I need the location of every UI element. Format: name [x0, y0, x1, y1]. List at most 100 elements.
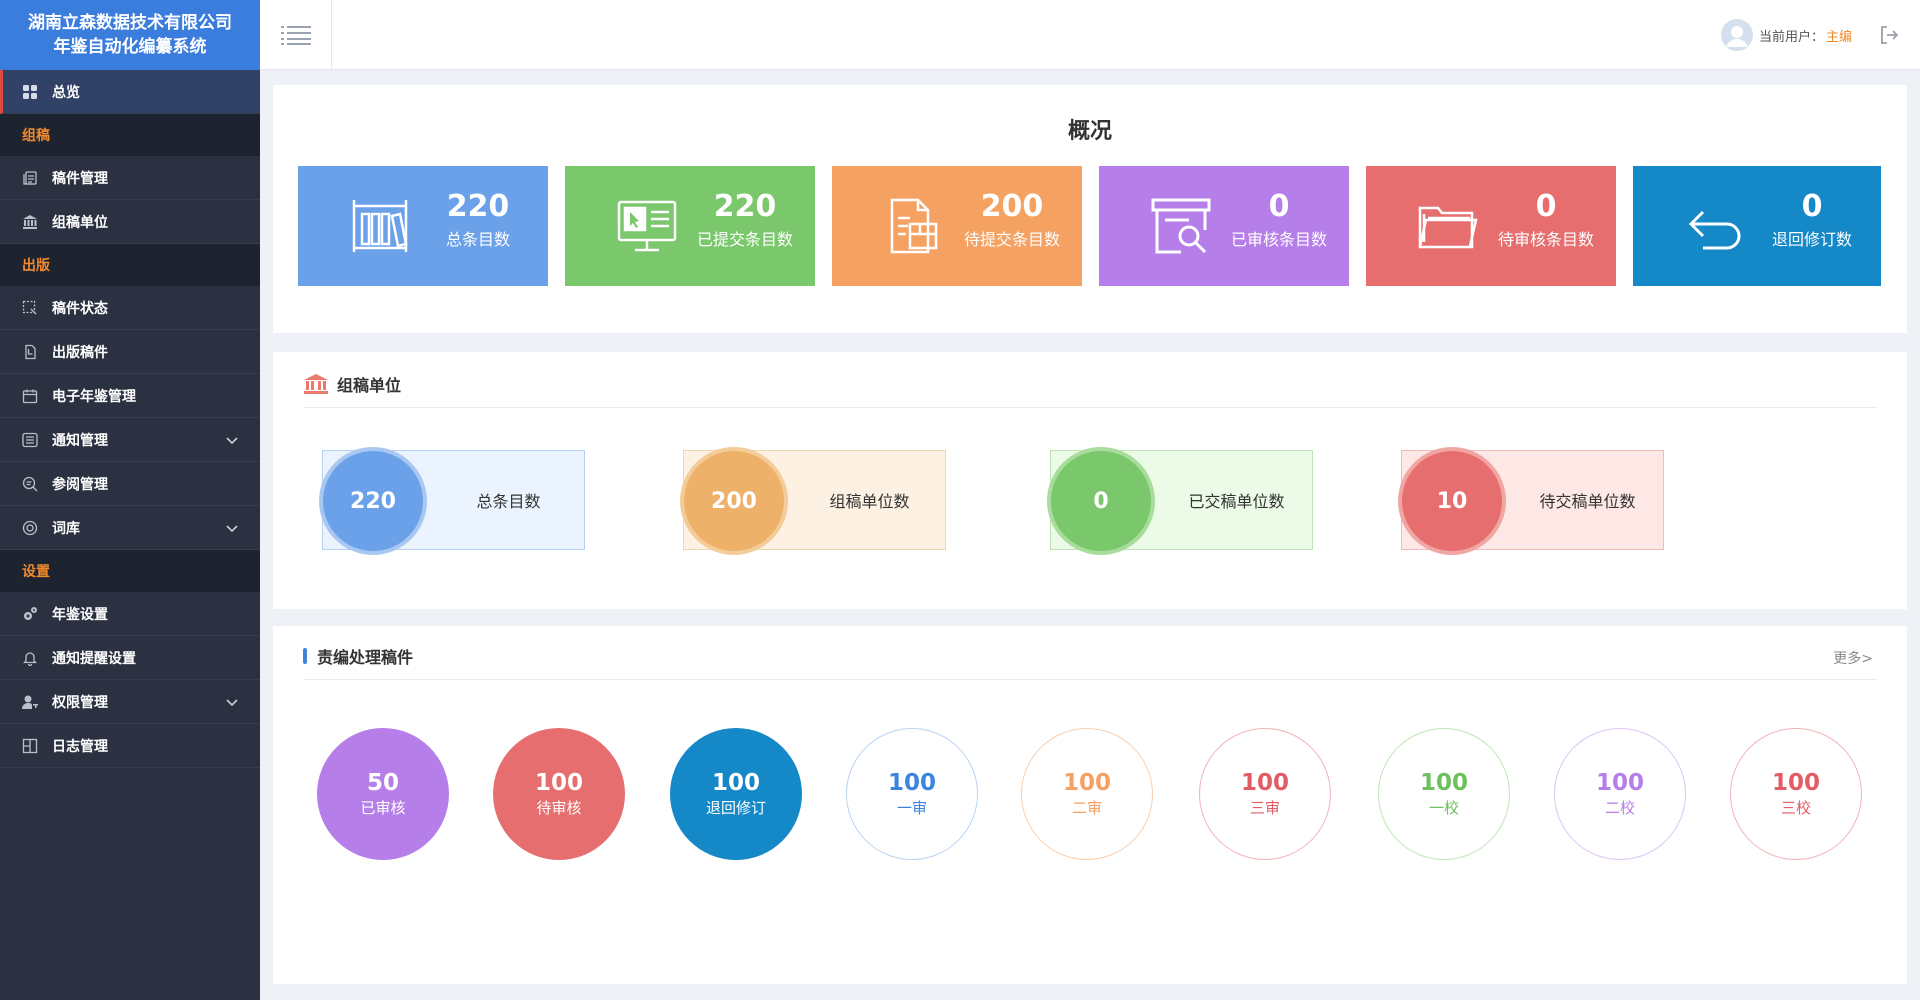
user-area: 当前用户： 主编	[1720, 0, 1900, 70]
stat-card-submitted[interactable]: 220 已提交条目数	[565, 166, 815, 286]
circle-label: 一校	[1428, 799, 1459, 817]
unit-value: 0	[1051, 451, 1151, 551]
circle-value: 50	[366, 770, 399, 796]
chevron-down-icon[interactable]	[224, 432, 240, 448]
sidebar-item-manuscript-status[interactable]: 稿件状态	[0, 286, 260, 330]
stat-card-pending-submit[interactable]: 200 待提交条目数	[832, 166, 1082, 286]
unit-card-submitted-units[interactable]: 0 已交稿单位数	[1050, 450, 1313, 551]
more-link[interactable]: 更多>	[1833, 648, 1873, 668]
chevron-down-icon[interactable]	[224, 520, 240, 536]
unit-value: 10	[1402, 451, 1502, 551]
list-icon	[22, 432, 38, 448]
sidebar-item-logs[interactable]: 日志管理	[0, 724, 260, 768]
brand: 湖南立森数据技术有限公司 年鉴自动化编纂系统	[0, 0, 260, 70]
sidebar-item-references[interactable]: 参阅管理	[0, 462, 260, 506]
folder-icon	[1418, 206, 1478, 249]
unit-label: 待交稿单位数	[1539, 492, 1636, 511]
sidebar-section-settings: 设置	[0, 550, 260, 592]
bank-icon	[304, 373, 328, 394]
sidebar-item-label: 通知提醒设置	[52, 650, 136, 667]
brand-company: 湖南立森数据技术有限公司	[28, 13, 232, 33]
sidebar-section-publish: 出版	[0, 244, 260, 286]
sidebar-section-compose: 组稿	[0, 114, 260, 156]
unit-label: 已交稿单位数	[1188, 492, 1285, 511]
sidebar-item-overview[interactable]: 总览	[0, 70, 260, 114]
sidebar-item-yearbook-settings[interactable]: 年鉴设置	[0, 592, 260, 636]
stat-card-reviewed[interactable]: 0 已审核条目数	[1099, 166, 1349, 286]
sidebar-item-manuscripts[interactable]: 稿件管理	[0, 156, 260, 200]
sidebar-item-label: 稿件管理	[52, 170, 108, 187]
sidebar-item-notify-settings[interactable]: 通知提醒设置	[0, 636, 260, 680]
stat-value: 200	[980, 189, 1044, 224]
circle-label: 二审	[1071, 799, 1102, 817]
unit-label: 总条目数	[476, 492, 541, 511]
unit-card-total[interactable]: 220 总条目数	[322, 450, 585, 551]
circle-value: 100	[1771, 770, 1820, 796]
status-circle-review-1[interactable]: 100 一审	[846, 728, 978, 860]
sidebar-item-label: 电子年鉴管理	[52, 388, 136, 405]
menu-toggle-button[interactable]	[260, 0, 332, 70]
stat-card-total-entries[interactable]: 220 总条目数	[298, 166, 548, 286]
circle-label: 二校	[1604, 799, 1635, 817]
circle-value: 100	[1240, 770, 1289, 796]
stat-label: 已审核条目数	[1230, 230, 1327, 249]
sidebar-item-label: 通知管理	[52, 432, 108, 449]
document-box-icon	[890, 198, 938, 254]
unit-label: 组稿单位数	[829, 492, 910, 511]
circle-value: 100	[887, 770, 936, 796]
avatar[interactable]	[1720, 19, 1753, 51]
stat-label: 总条目数	[445, 230, 510, 249]
stat-label: 待审核条目数	[1497, 230, 1594, 249]
sidebar-item-label: 日志管理	[52, 738, 108, 755]
circle-label: 退回修订	[705, 799, 766, 817]
section-marker	[303, 647, 307, 664]
sidebar-item-label: 年鉴设置	[52, 606, 108, 623]
status-circle-proof-2[interactable]: 100 二校	[1554, 728, 1686, 860]
circle-label: 已审核	[360, 799, 406, 817]
sidebar-item-label: 词库	[52, 520, 80, 537]
circle-value: 100	[534, 770, 583, 796]
status-circle-proof-1[interactable]: 100 一校	[1378, 728, 1510, 860]
unit-card-pending-units[interactable]: 10 待交稿单位数	[1401, 450, 1664, 551]
sidebar-item-lexicon[interactable]: 词库	[0, 506, 260, 550]
editor-header: 责编处理稿件 更多>	[303, 632, 1877, 680]
current-user-label: 当前用户：	[1758, 29, 1824, 45]
sidebar-item-label: 出版稿件	[52, 344, 108, 361]
stat-value: 0	[1535, 189, 1557, 224]
unit-card-units[interactable]: 200 组稿单位数	[683, 450, 946, 551]
calendar-icon	[22, 388, 38, 404]
units-header: 组稿单位	[303, 360, 1877, 408]
brand-system: 年鉴自动化编纂系统	[53, 37, 207, 57]
user-key-icon	[22, 694, 38, 710]
sidebar-item-label: 权限管理	[52, 694, 108, 711]
status-circle-review-2[interactable]: 100 二审	[1021, 728, 1153, 860]
sidebar-item-label: 稿件状态	[52, 300, 108, 317]
sidebar-item-units[interactable]: 组稿单位	[0, 200, 260, 244]
status-circle-returned[interactable]: 100 退回修订	[670, 728, 802, 860]
dashboard-grid-icon	[22, 84, 38, 100]
sidebar-item-notifications[interactable]: 通知管理	[0, 418, 260, 462]
status-circle-proof-3[interactable]: 100 三校	[1730, 728, 1862, 860]
chevron-down-icon[interactable]	[224, 694, 240, 710]
stat-value: 0	[1268, 189, 1290, 224]
circle-value: 100	[1595, 770, 1644, 796]
sidebar-item-published[interactable]: 出版稿件	[0, 330, 260, 374]
screen-search-icon	[1151, 198, 1211, 254]
current-user-name[interactable]: 主编	[1826, 26, 1852, 45]
logout-icon[interactable]	[1878, 24, 1900, 46]
stat-card-returned[interactable]: 0 退回修订数	[1633, 166, 1881, 286]
status-circle-pending[interactable]: 100 待审核	[493, 728, 625, 860]
selection-cursor-icon	[22, 300, 38, 316]
circle-value: 100	[1062, 770, 1111, 796]
bookshelf-icon	[352, 200, 408, 252]
sidebar-item-permissions[interactable]: 权限管理	[0, 680, 260, 724]
stat-card-pending-review[interactable]: 0 待审核条目数	[1366, 166, 1616, 286]
sidebar-item-e-yearbook[interactable]: 电子年鉴管理	[0, 374, 260, 418]
editor-title: 责编处理稿件	[317, 647, 414, 667]
status-circle-reviewed[interactable]: 50 已审核	[317, 728, 449, 860]
units-title: 组稿单位	[337, 375, 402, 395]
status-circle-review-3[interactable]: 100 三审	[1199, 728, 1331, 860]
circle-label: 待审核	[536, 799, 582, 817]
overview-title: 概况	[1067, 119, 1112, 144]
circle-value: 100	[1419, 770, 1468, 796]
